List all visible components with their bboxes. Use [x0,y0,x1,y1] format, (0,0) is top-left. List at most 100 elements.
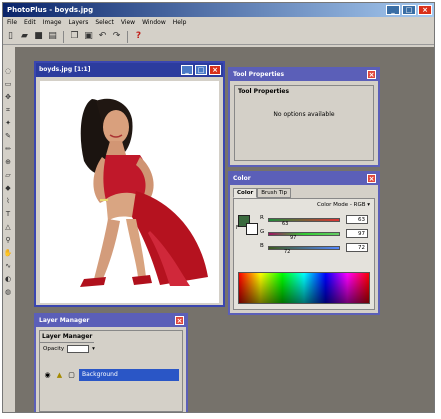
color-body: Color Mode - RGB ▾ F R 63 63 G 97 97 B 7… [233,198,375,310]
menu-bar: File Edit Image Layers Select View Windo… [3,17,434,29]
opacity-label: Opacity [43,346,65,352]
menu-select[interactable]: Select [95,17,114,29]
layer-manager-titlebar[interactable]: Layer Manager × [36,315,186,327]
dropper-icon[interactable]: ⌇ [6,197,9,205]
selection-icon[interactable]: ▭ [5,80,12,88]
layer-name[interactable]: Background [79,369,179,381]
green-slider-row: G 97 97 [260,229,375,241]
blue-slider[interactable] [268,246,340,250]
copy-icon[interactable]: ❐ [69,31,80,42]
red-label: R [260,215,264,221]
green-label: G [260,229,265,235]
layer-manager-title: Layer Manager [39,317,90,324]
brush-icon[interactable]: ✎ [5,132,11,140]
menu-image[interactable]: Image [43,17,62,29]
close-button[interactable]: × [418,5,432,15]
title-bar: PhotoPlus - boyds.jpg _ □ × [3,3,434,17]
image-window[interactable]: boyds.jpg [1:1] _ □ × [34,61,225,307]
clone-icon[interactable]: ⊕ [5,158,11,166]
sponge-icon[interactable]: ◍ [5,288,11,296]
paste-icon[interactable]: ▣ [83,31,94,42]
dodge-icon[interactable]: ◐ [5,275,11,283]
pencil-icon[interactable]: ✏ [5,145,11,153]
tab-color[interactable]: Color [233,188,258,198]
photoplus-window: PhotoPlus - boyds.jpg _ □ × File Edit Im… [2,2,435,413]
eraser-icon[interactable]: ▱ [5,171,10,179]
menu-file[interactable]: File [7,17,17,29]
color-mode-select[interactable]: Color Mode - RGB ▾ [317,202,370,208]
crop-icon[interactable]: ⌗ [6,106,10,114]
app-title: PhotoPlus - boyds.jpg [7,6,94,14]
shape-icon[interactable]: △ [5,223,10,231]
image-maximize-button[interactable]: □ [195,65,207,75]
green-slider[interactable] [268,232,340,236]
tool-properties-close-icon[interactable]: × [367,70,376,79]
layer-manager-tab[interactable]: Layer Manager [40,331,95,343]
red-mark: 63 [282,221,289,227]
hand-icon[interactable]: ✋ [4,249,13,257]
image-window-titlebar[interactable]: boyds.jpg [1:1] _ □ × [36,63,223,77]
lock-icon[interactable]: ▲ [55,371,64,380]
wand-icon[interactable]: ✦ [5,119,11,127]
help-icon[interactable]: ? [133,31,144,42]
layer-manager-close-icon[interactable]: × [175,316,184,325]
lasso-icon[interactable]: ◌ [5,67,11,75]
layer-thumbnail-icon: ▢ [68,370,75,379]
image-close-button[interactable]: × [209,65,221,75]
image-window-title: boyds.jpg [1:1] [39,66,91,73]
background-swatch[interactable] [246,223,258,235]
undo-icon[interactable]: ↶ [97,31,108,42]
save-icon[interactable]: ■ [33,31,44,42]
chevron-down-icon: ▾ [367,202,370,208]
print-icon[interactable]: ▤ [47,31,58,42]
color-titlebar[interactable]: Color × [230,173,378,185]
blue-value-field[interactable]: 72 [346,243,368,252]
opacity-dropdown-icon[interactable]: ▾ [92,346,95,352]
menu-view[interactable]: View [121,17,135,29]
color-title: Color [233,175,251,182]
layer-manager-panel: Layer Manager × Layer Manager Opacity ▾ … [34,313,188,412]
text-icon[interactable]: T [6,210,10,218]
move-icon[interactable]: ✥ [5,93,11,101]
blue-mark: 72 [284,249,291,255]
color-close-icon[interactable]: × [367,174,376,183]
red-slider-row: R 63 63 [260,215,375,227]
fill-icon[interactable]: ◆ [5,184,10,192]
menu-edit[interactable]: Edit [24,17,36,29]
tool-properties-panel: Tool Properties × Tool Properties No opt… [228,67,380,167]
tools-palette: ◌ ▭ ✥ ⌗ ✦ ✎ ✏ ⊕ ▱ ◆ ⌇ T △ ⚲ ✋ ∿ ◐ ◍ [3,47,13,407]
maximize-button[interactable]: □ [402,5,416,15]
color-mode-label: Color Mode - RGB [317,202,366,208]
layer-row-background[interactable]: ◉ ▲ ▢ Background [43,368,179,382]
zoom-icon[interactable]: ⚲ [5,236,10,244]
image-window-controls: _ □ × [181,65,221,75]
blue-label: B [260,243,264,249]
fg-label: F [236,225,239,231]
tool-properties-titlebar[interactable]: Tool Properties × [230,69,378,81]
menu-layers[interactable]: Layers [68,17,88,29]
open-icon[interactable]: ▰ [19,31,30,42]
smudge-icon[interactable]: ∿ [5,262,11,270]
green-value-field[interactable]: 97 [346,229,368,238]
menu-window[interactable]: Window [142,17,166,29]
red-value-field[interactable]: 63 [346,215,368,224]
tool-properties-body: Tool Properties No options available [234,85,374,161]
tab-brush-tip[interactable]: Brush Tip [257,188,292,198]
minimize-button[interactable]: _ [386,5,400,15]
window-controls: _ □ × [386,5,432,15]
color-tabs: Color Brush Tip [233,188,292,198]
redo-icon[interactable]: ↷ [111,31,122,42]
color-spectrum[interactable] [238,272,370,304]
opacity-input[interactable] [67,345,90,353]
image-canvas[interactable] [40,81,219,303]
new-icon[interactable]: ▯ [5,31,16,42]
menu-help[interactable]: Help [173,17,187,29]
tool-properties-message: No options available [273,111,335,118]
green-mark: 97 [290,235,297,241]
blue-slider-row: B 72 72 [260,243,375,255]
photo-woman-red-dress [40,81,219,303]
eye-icon[interactable]: ◉ [43,371,52,380]
image-minimize-button[interactable]: _ [181,65,193,75]
toolbar-separator [63,30,64,43]
red-slider[interactable] [268,218,340,222]
